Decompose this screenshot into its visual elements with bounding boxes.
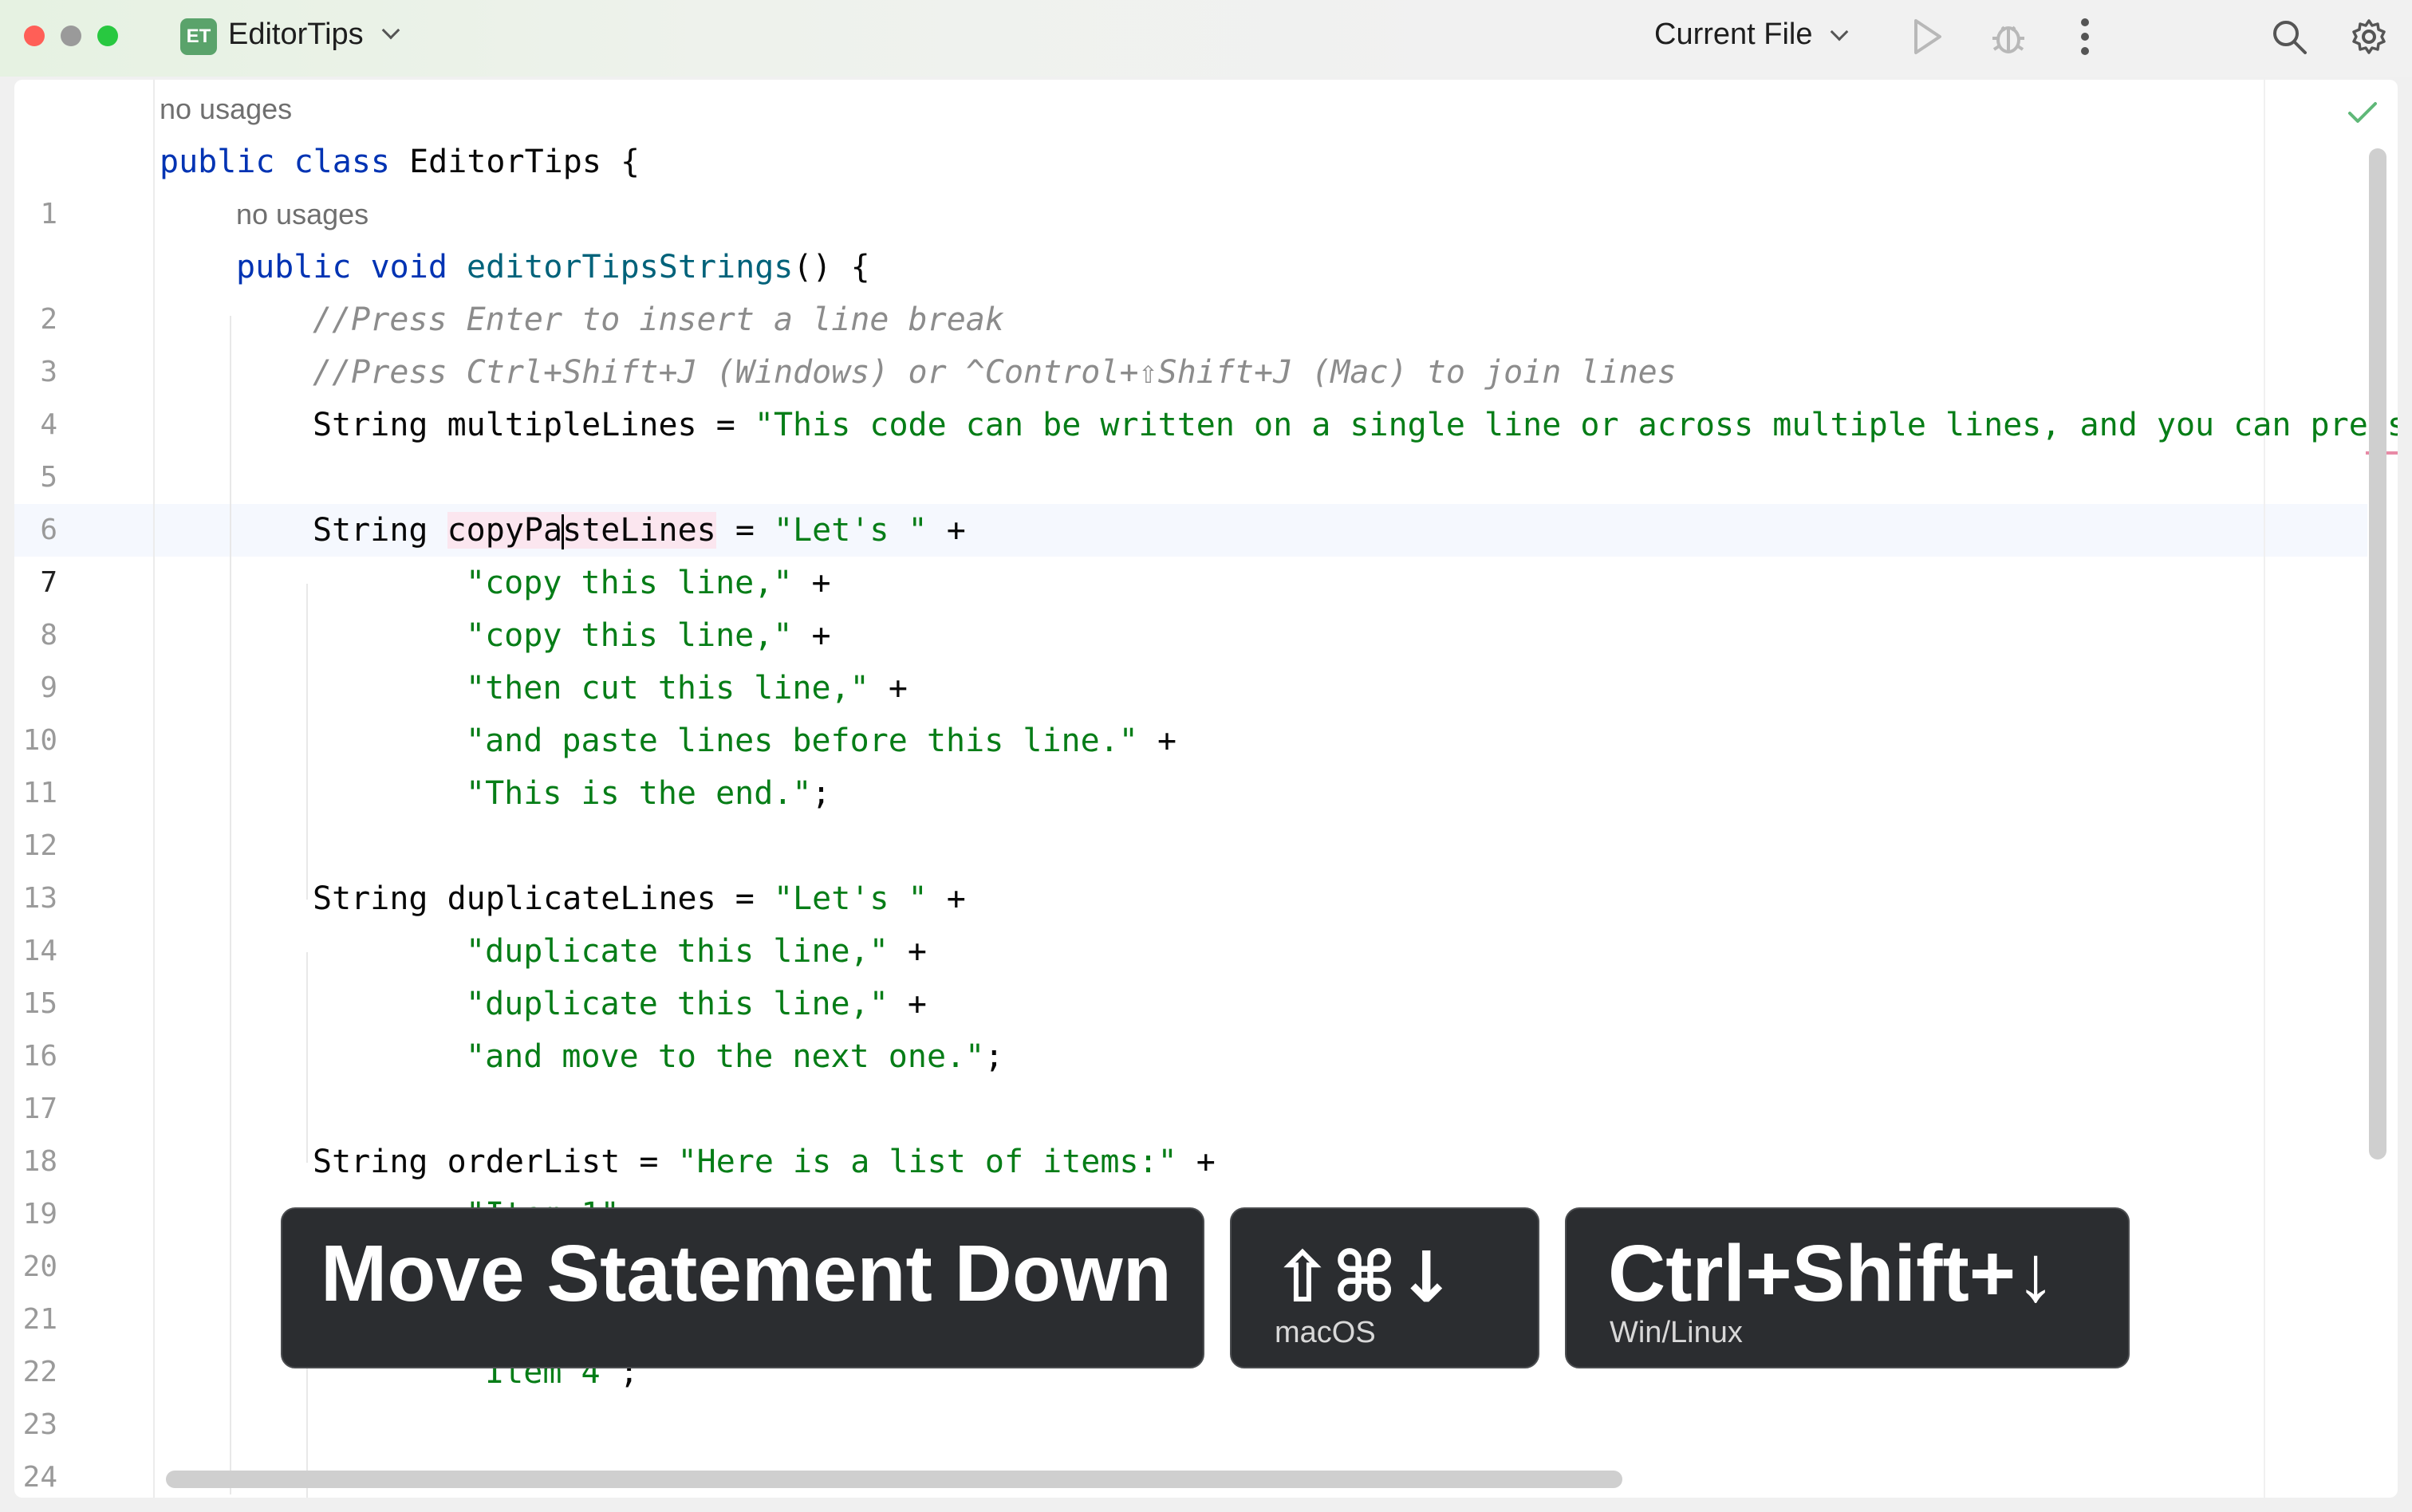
- class-name: EditorTips: [409, 144, 601, 180]
- search-icon[interactable]: [2270, 18, 2308, 56]
- comment: //Press Enter to insert a line break: [313, 301, 1004, 338]
- code-text: String orderList =: [313, 1144, 678, 1180]
- identifier-part: copyPa: [447, 512, 563, 549]
- operator: +: [869, 670, 908, 707]
- string-literal: "duplicate this line,": [466, 986, 889, 1022]
- run-icon[interactable]: [1910, 18, 1945, 56]
- code-line[interactable]: 15 "duplicate this line," +: [14, 925, 2367, 1020]
- run-configuration-dropdown[interactable]: Current File: [1654, 18, 1813, 52]
- type-name: String: [313, 512, 447, 549]
- vertical-scrollbar[interactable]: [2369, 148, 2386, 1160]
- code-line[interactable]: 2 public void editorTipsStrings() {: [14, 241, 2367, 336]
- windows-linux-shortcut-keys: Ctrl+Shift+↓: [1608, 1229, 2056, 1318]
- code-text: =: [715, 512, 774, 549]
- code-line[interactable]: 16 "duplicate this line," +: [14, 978, 2367, 1073]
- string-literal: "copy this line,": [466, 617, 793, 654]
- identifier-part: steLines: [562, 512, 716, 549]
- line-number: 1: [40, 198, 57, 230]
- keyword: public class: [160, 144, 410, 180]
- operator: +: [792, 617, 831, 654]
- usages-hint[interactable]: no usages: [160, 93, 292, 126]
- code-text: {: [601, 144, 640, 180]
- horizontal-scrollbar[interactable]: [166, 1471, 1622, 1488]
- macos-label: macOS: [1275, 1316, 1376, 1349]
- code-line[interactable]: 10 "then cut this line," +: [14, 662, 2367, 757]
- maximize-window-icon[interactable]: [97, 26, 118, 46]
- windows-linux-label: Win/Linux: [1610, 1316, 1743, 1349]
- code-line[interactable]: 9 "copy this line," +: [14, 609, 2367, 704]
- project-name-dropdown[interactable]: EditorTips: [228, 18, 364, 52]
- operator: +: [792, 565, 831, 601]
- operator: ;: [984, 1038, 1004, 1075]
- string-literal: "This is the end.": [466, 775, 812, 812]
- string-literal: "This code can be written on a single li…: [754, 407, 2398, 443]
- operator: ;: [811, 775, 831, 812]
- code-text: String multipleLines =: [313, 407, 755, 443]
- string-literal: "and paste lines before this line.": [466, 723, 1138, 759]
- string-literal: "copy this line,": [466, 565, 793, 601]
- code-line[interactable]: 8 "copy this line," +: [14, 557, 2367, 652]
- macos-shortcut-popup: ⇧⌘↓ macOS: [1230, 1207, 1539, 1368]
- code-line[interactable]: 14 String duplicateLines = "Let's " +: [14, 872, 2367, 967]
- minimize-window-icon[interactable]: [61, 26, 81, 46]
- code-line[interactable]: 4 //Press Ctrl+Shift+J (Windows) or ^Con…: [14, 346, 2367, 441]
- keyword: public void: [236, 249, 467, 285]
- chevron-down-icon[interactable]: [381, 21, 400, 40]
- string-literal: "Let's ": [773, 512, 928, 549]
- code-line[interactable]: 17 "and move to the next one.";: [14, 1030, 2367, 1125]
- inspection-ok-icon[interactable]: [2347, 99, 2378, 128]
- string-literal: "then cut this line,": [466, 670, 869, 707]
- action-name-popup: Move Statement Down: [281, 1207, 1204, 1368]
- string-literal: "Let's ": [773, 880, 928, 917]
- project-badge[interactable]: ET: [180, 18, 217, 55]
- operator: +: [888, 933, 927, 970]
- windows-linux-shortcut-popup: Ctrl+Shift+↓ Win/Linux: [1565, 1207, 2130, 1368]
- code-line[interactable]: 18: [14, 1083, 2367, 1178]
- operator: +: [1137, 723, 1177, 759]
- comment: //Press Ctrl+Shift+J (Windows) or ^Contr…: [313, 354, 1677, 391]
- operator: +: [1176, 1144, 1216, 1180]
- code-line[interactable]: 12 "This is the end.";: [14, 767, 2367, 862]
- code-line[interactable]: 5 String multipleLines = "This code can …: [14, 399, 2398, 494]
- code-line[interactable]: 13: [14, 820, 2367, 915]
- more-vertical-icon[interactable]: [2075, 16, 2095, 57]
- code-line[interactable]: 1 public class EditorTips {: [14, 136, 2367, 230]
- code-line-current[interactable]: 7 String copyPasteLines = "Let's " +: [14, 504, 2367, 599]
- method-name: editorTipsStrings: [466, 249, 794, 285]
- debug-icon[interactable]: [1989, 18, 2028, 56]
- code-line[interactable]: 24: [14, 1399, 2367, 1494]
- code-line[interactable]: 3 //Press Enter to insert a line break: [14, 293, 2367, 388]
- code-line[interactable]: 6: [14, 451, 2367, 546]
- usages-hint[interactable]: no usages: [236, 198, 368, 231]
- operator: +: [927, 880, 966, 917]
- operator: +: [927, 512, 966, 549]
- chevron-down-icon[interactable]: [1830, 22, 1849, 41]
- operator: +: [888, 986, 927, 1022]
- code-text: () {: [793, 249, 870, 285]
- code-line[interactable]: 11 "and paste lines before this line." +: [14, 715, 2367, 809]
- string-literal: "Here is a list of items:": [677, 1144, 1177, 1180]
- code-line[interactable]: 19 String orderList = "Here is a list of…: [14, 1136, 2367, 1230]
- identifier-highlight: copyPasteLines: [447, 512, 716, 549]
- macos-shortcut-keys: ⇧⌘↓: [1273, 1236, 1456, 1318]
- title-bar: ET EditorTips Current File: [0, 0, 2412, 77]
- code-text: String duplicateLines =: [313, 880, 774, 917]
- close-window-icon[interactable]: [24, 26, 45, 46]
- action-name: Move Statement Down: [321, 1229, 1172, 1318]
- settings-gear-icon[interactable]: [2350, 18, 2388, 56]
- string-literal: "duplicate this line,": [466, 933, 889, 970]
- string-literal: "and move to the next one.": [466, 1038, 985, 1075]
